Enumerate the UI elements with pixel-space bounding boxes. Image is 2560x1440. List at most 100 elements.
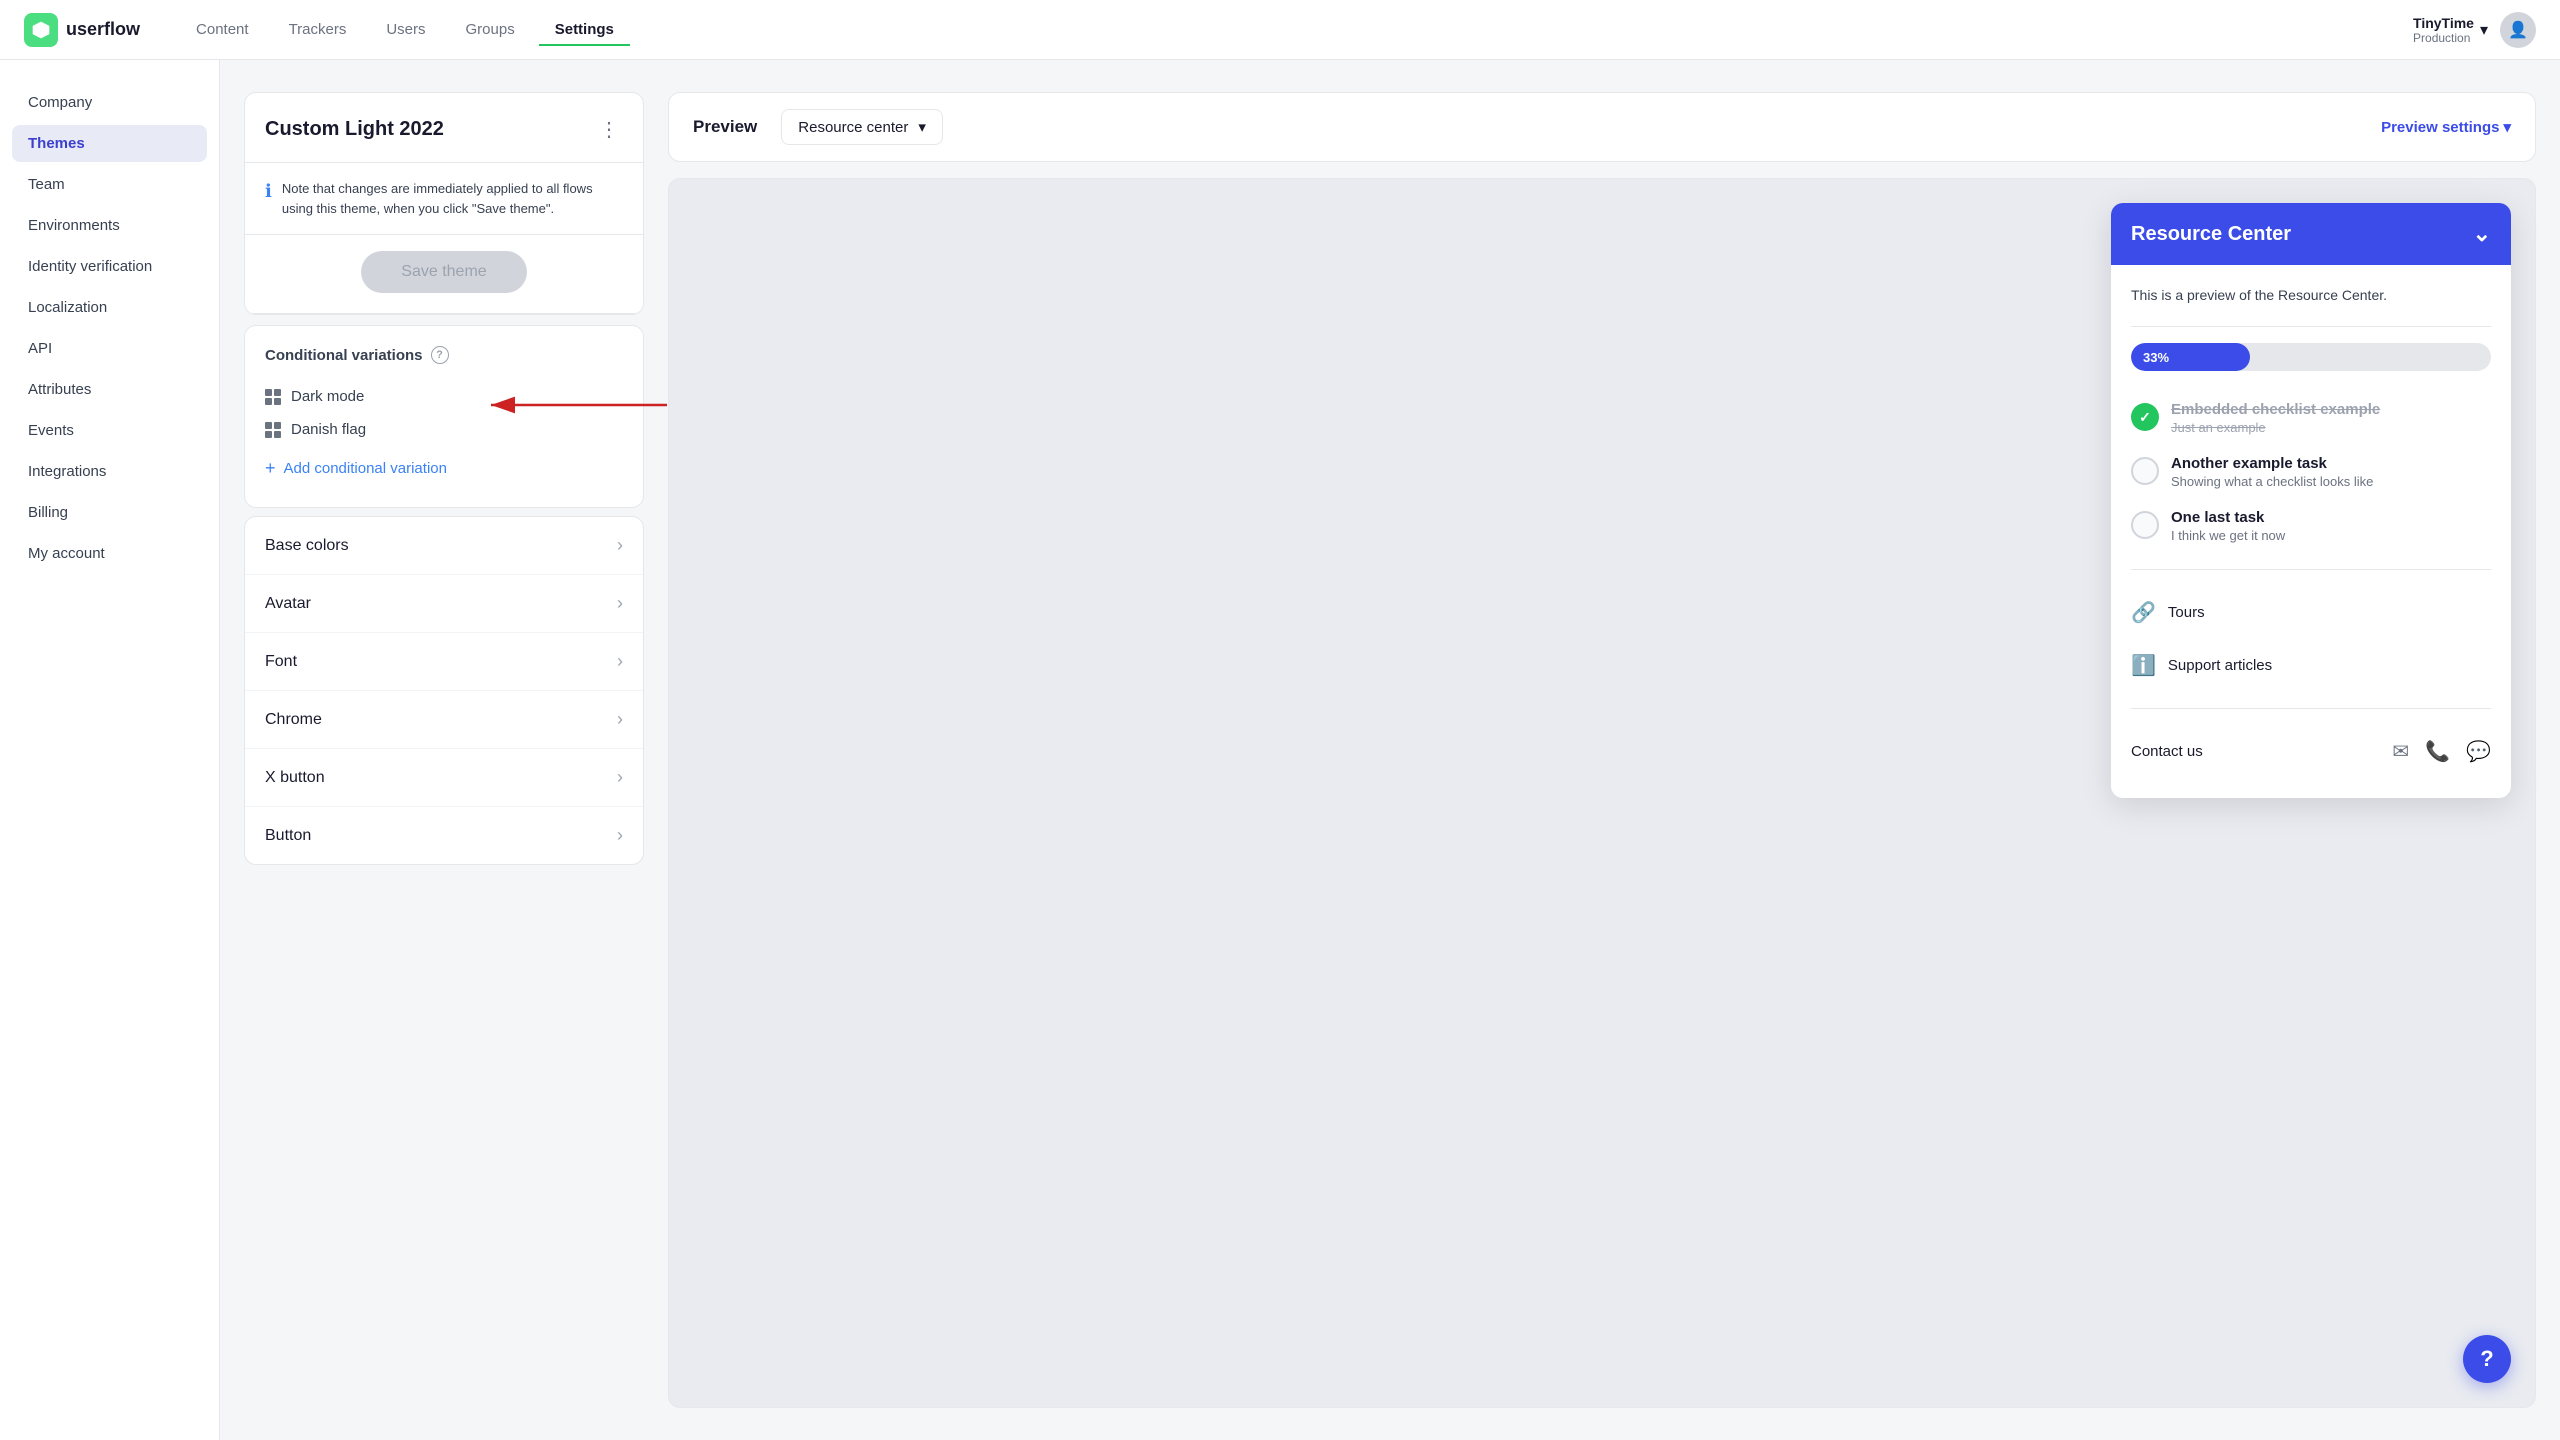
save-theme-button[interactable]: Save theme bbox=[361, 251, 526, 293]
nav-content[interactable]: Content bbox=[180, 13, 265, 46]
theme-header: Custom Light 2022 ⋮ bbox=[245, 93, 643, 163]
main-content: Custom Light 2022 ⋮ ℹ Note that changes … bbox=[220, 60, 2560, 1440]
checklist-subtitle-0: Just an example bbox=[2171, 420, 2380, 435]
sidebar-item-company[interactable]: Company bbox=[12, 84, 207, 121]
preview-dropdown-label: Resource center bbox=[798, 119, 908, 136]
preview-area: Resource Center ⌄ This is a preview of t… bbox=[668, 178, 2536, 1408]
checklist-content-0: Embedded checklist example Just an examp… bbox=[2171, 401, 2380, 435]
grid-icon-dark-mode bbox=[265, 389, 281, 405]
rc-progress-bar: 33% bbox=[2131, 343, 2491, 371]
left-panel: Custom Light 2022 ⋮ ℹ Note that changes … bbox=[244, 92, 644, 1408]
conditional-variations-title: Conditional variations ? bbox=[265, 346, 623, 364]
sidebar-item-my-account[interactable]: My account bbox=[12, 535, 207, 572]
rc-link-support[interactable]: ℹ️ Support articles bbox=[2131, 639, 2491, 692]
dropdown-chevron-icon: ▾ bbox=[918, 118, 926, 136]
checklist-title-1: Another example task bbox=[2171, 455, 2373, 472]
logo-icon bbox=[24, 13, 58, 47]
sidebar-item-billing[interactable]: Billing bbox=[12, 494, 207, 531]
rc-link-support-label: Support articles bbox=[2168, 657, 2272, 674]
settings-row-avatar[interactable]: Avatar › bbox=[245, 575, 643, 633]
add-conditional-variation-button[interactable]: + Add conditional variation bbox=[265, 450, 623, 487]
email-icon[interactable]: ✉ bbox=[2392, 739, 2409, 764]
rc-link-tours[interactable]: 🔗 Tours bbox=[2131, 586, 2491, 639]
preview-label: Preview bbox=[693, 117, 757, 137]
info-icon: ℹ bbox=[265, 181, 272, 202]
rc-contact-icons: ✉ 📞 💬 bbox=[2392, 739, 2491, 764]
rc-progress-fill: 33% bbox=[2131, 343, 2250, 371]
topnav-right: TinyTime Production ▾ 👤 bbox=[2413, 12, 2536, 48]
save-btn-area: Save theme bbox=[245, 235, 643, 314]
rc-divider-2 bbox=[2131, 569, 2491, 570]
rc-contact-label: Contact us bbox=[2131, 743, 2380, 760]
rc-divider-3 bbox=[2131, 708, 2491, 709]
theme-menu-button[interactable]: ⋮ bbox=[595, 113, 623, 146]
variation-danish-flag[interactable]: Danish flag bbox=[265, 413, 623, 446]
check-empty-icon-2 bbox=[2131, 511, 2159, 539]
phone-icon[interactable]: 📞 bbox=[2425, 739, 2450, 764]
settings-row-button[interactable]: Button › bbox=[245, 807, 643, 864]
sidebar-item-localization[interactable]: Localization bbox=[12, 289, 207, 326]
settings-row-chrome[interactable]: Chrome › bbox=[245, 691, 643, 749]
sidebar-item-identity-verification[interactable]: Identity verification bbox=[12, 248, 207, 285]
checklist-content-2: One last task I think we get it now bbox=[2171, 509, 2285, 543]
checklist-item-0[interactable]: Embedded checklist example Just an examp… bbox=[2131, 391, 2491, 445]
help-icon[interactable]: ? bbox=[431, 346, 449, 364]
plus-icon: + bbox=[265, 458, 276, 479]
settings-row-x-button[interactable]: X button › bbox=[245, 749, 643, 807]
chevron-right-icon: › bbox=[617, 767, 623, 788]
settings-row-base-colors[interactable]: Base colors › bbox=[245, 517, 643, 575]
variation-dark-mode[interactable]: Dark mode bbox=[265, 380, 623, 413]
rc-collapse-icon[interactable]: ⌄ bbox=[2473, 221, 2491, 247]
preview-header: Preview Resource center ▾ Preview settin… bbox=[668, 92, 2536, 162]
right-panel: Preview Resource center ▾ Preview settin… bbox=[668, 92, 2536, 1408]
tours-icon: 🔗 bbox=[2131, 600, 2156, 625]
rc-divider bbox=[2131, 326, 2491, 327]
nav-users[interactable]: Users bbox=[370, 13, 441, 46]
fab-question-icon: ? bbox=[2480, 1346, 2493, 1372]
preview-dropdown[interactable]: Resource center ▾ bbox=[781, 109, 943, 145]
grid-icon-danish-flag bbox=[265, 422, 281, 438]
preview-settings-button[interactable]: Preview settings ▾ bbox=[2381, 118, 2511, 136]
layout: Company Themes Team Environments Identit… bbox=[0, 60, 2560, 1440]
theme-header-card: Custom Light 2022 ⋮ ℹ Note that changes … bbox=[244, 92, 644, 315]
checklist-item-2[interactable]: One last task I think we get it now bbox=[2131, 499, 2491, 553]
theme-note: ℹ Note that changes are immediately appl… bbox=[245, 163, 643, 235]
checklist-subtitle-1: Showing what a checklist looks like bbox=[2171, 474, 2373, 489]
chevron-right-icon: › bbox=[617, 651, 623, 672]
nav-groups[interactable]: Groups bbox=[450, 13, 531, 46]
org-info: TinyTime Production bbox=[2413, 15, 2474, 45]
sidebar-item-attributes[interactable]: Attributes bbox=[12, 371, 207, 408]
avatar[interactable]: 👤 bbox=[2500, 12, 2536, 48]
chevron-right-icon: › bbox=[617, 825, 623, 846]
sidebar-item-integrations[interactable]: Integrations bbox=[12, 453, 207, 490]
topnav: userflow Content Trackers Users Groups S… bbox=[0, 0, 2560, 60]
org-name: TinyTime bbox=[2413, 15, 2474, 31]
checklist-title-0: Embedded checklist example bbox=[2171, 401, 2380, 418]
sidebar: Company Themes Team Environments Identit… bbox=[0, 60, 220, 1440]
theme-title: Custom Light 2022 bbox=[265, 118, 444, 141]
nav-trackers[interactable]: Trackers bbox=[273, 13, 363, 46]
logo[interactable]: userflow bbox=[24, 13, 140, 47]
sidebar-item-team[interactable]: Team bbox=[12, 166, 207, 203]
sidebar-item-api[interactable]: API bbox=[12, 330, 207, 367]
chat-icon[interactable]: 💬 bbox=[2466, 739, 2491, 764]
rc-title: Resource Center bbox=[2131, 223, 2291, 246]
rc-progress-label: 33% bbox=[2143, 350, 2169, 365]
org-chevron-icon: ▾ bbox=[2480, 20, 2488, 40]
org-switcher[interactable]: TinyTime Production ▾ bbox=[2413, 15, 2488, 45]
sidebar-item-events[interactable]: Events bbox=[12, 412, 207, 449]
note-text: Note that changes are immediately applie… bbox=[282, 179, 623, 218]
chevron-right-icon: › bbox=[617, 593, 623, 614]
checklist-item-1[interactable]: Another example task Showing what a chec… bbox=[2131, 445, 2491, 499]
rc-body: This is a preview of the Resource Center… bbox=[2111, 265, 2511, 798]
chevron-right-icon: › bbox=[617, 709, 623, 730]
org-env: Production bbox=[2413, 31, 2474, 45]
sidebar-item-themes[interactable]: Themes bbox=[12, 125, 207, 162]
conditional-variations-card: Conditional variations ? Dark mode D bbox=[244, 325, 644, 508]
rc-fab-button[interactable]: ? bbox=[2463, 1335, 2511, 1383]
settings-chevron-icon: ▾ bbox=[2503, 118, 2511, 136]
nav-settings[interactable]: Settings bbox=[539, 13, 630, 46]
settings-row-font[interactable]: Font › bbox=[245, 633, 643, 691]
rc-header: Resource Center ⌄ bbox=[2111, 203, 2511, 265]
sidebar-item-environments[interactable]: Environments bbox=[12, 207, 207, 244]
